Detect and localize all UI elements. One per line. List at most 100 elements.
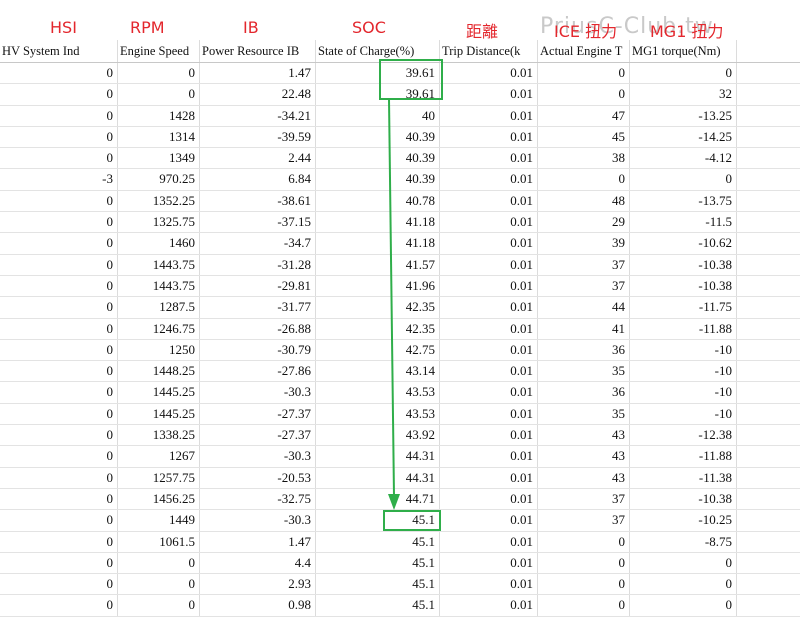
table-cell[interactable]: 2.93 (200, 574, 316, 595)
table-cell[interactable]: 45 (538, 126, 630, 148)
table-cell[interactable]: 0 (0, 574, 118, 595)
table-cell[interactable]: 0.01 (440, 339, 538, 361)
table-cell[interactable]: -30.3 (200, 382, 316, 403)
table-cell[interactable]: -10 (630, 403, 737, 425)
table-cell[interactable]: 32 (630, 84, 737, 105)
header-cell-hv-system[interactable]: HV System Ind (0, 40, 118, 62)
table-cell[interactable]: 43.92 (316, 425, 440, 446)
table-cell[interactable]: 39.61 (316, 84, 440, 105)
table-cell[interactable]: 2.44 (200, 148, 316, 169)
table-cell[interactable]: 0 (538, 552, 630, 574)
table-cell[interactable]: 0.01 (440, 361, 538, 382)
table-cell[interactable]: -32.75 (200, 488, 316, 510)
table-cell[interactable]: 1352.25 (118, 190, 200, 212)
table-cell[interactable]: 40 (316, 105, 440, 126)
table-cell[interactable]: 36 (538, 382, 630, 403)
table-cell[interactable]: 0.01 (440, 403, 538, 425)
table-cell[interactable]: 970.25 (118, 169, 200, 190)
table-cell[interactable]: 0 (538, 63, 630, 84)
table-cell[interactable]: 47 (538, 105, 630, 126)
table-cell[interactable]: 35 (538, 361, 630, 382)
table-cell[interactable]: 45.1 (316, 595, 440, 616)
table-cell[interactable]: 37 (538, 488, 630, 510)
header-cell-actual-engine-torque[interactable]: Actual Engine T (538, 40, 630, 62)
table-cell[interactable]: 29 (538, 212, 630, 233)
table-cell[interactable]: -10.38 (630, 275, 737, 297)
table-cell[interactable]: 35 (538, 403, 630, 425)
table-cell[interactable]: -27.86 (200, 361, 316, 382)
table-cell[interactable]: -27.37 (200, 403, 316, 425)
table-cell[interactable]: 0 (630, 63, 737, 84)
table-cell[interactable]: 0 (538, 574, 630, 595)
table-cell[interactable]: 1448.25 (118, 361, 200, 382)
table-cell[interactable]: 42.35 (316, 297, 440, 318)
table-cell[interactable]: 0.01 (440, 446, 538, 467)
header-cell-power-resource-ib[interactable]: Power Resource IB (200, 40, 316, 62)
table-cell[interactable]: -10.38 (630, 488, 737, 510)
table-cell[interactable]: 0.01 (440, 126, 538, 148)
table-cell[interactable]: 45.1 (316, 510, 440, 531)
table-cell[interactable]: -11.88 (630, 318, 737, 339)
table-cell[interactable]: -37.15 (200, 212, 316, 233)
table-cell[interactable]: -8.75 (630, 531, 737, 552)
table-cell[interactable]: 0.01 (440, 531, 538, 552)
table-cell[interactable]: 0 (0, 233, 118, 254)
table-cell[interactable]: 0 (0, 425, 118, 446)
table-cell[interactable]: 0 (0, 254, 118, 275)
table-cell[interactable]: 41 (538, 318, 630, 339)
table-cell[interactable]: 44.71 (316, 488, 440, 510)
table-cell[interactable]: -10.62 (630, 233, 737, 254)
table-cell[interactable]: 44.31 (316, 446, 440, 467)
table-cell[interactable]: 43.53 (316, 382, 440, 403)
table-cell[interactable]: 1325.75 (118, 212, 200, 233)
table-cell[interactable]: 0 (118, 63, 200, 84)
table-cell[interactable]: 0 (630, 574, 737, 595)
table-cell[interactable]: 0 (538, 84, 630, 105)
table-cell[interactable]: 0 (0, 488, 118, 510)
table-cell[interactable]: -14.25 (630, 126, 737, 148)
table-cell[interactable]: -38.61 (200, 190, 316, 212)
table-cell[interactable]: 0 (0, 531, 118, 552)
table-cell[interactable]: 0.01 (440, 467, 538, 488)
table-cell[interactable]: -30.79 (200, 339, 316, 361)
table-cell[interactable]: 0 (538, 595, 630, 616)
table-cell[interactable]: 0 (538, 169, 630, 190)
table-cell[interactable]: 0 (0, 126, 118, 148)
table-cell[interactable]: 40.39 (316, 169, 440, 190)
table-cell[interactable]: -3 (0, 169, 118, 190)
table-cell[interactable]: 0 (0, 148, 118, 169)
header-cell-engine-speed[interactable]: Engine Speed (118, 40, 200, 62)
table-cell[interactable]: -39.59 (200, 126, 316, 148)
table-cell[interactable]: 1445.25 (118, 403, 200, 425)
table-cell[interactable]: 0 (0, 552, 118, 574)
table-cell[interactable]: 45.1 (316, 531, 440, 552)
table-cell[interactable]: 0 (538, 531, 630, 552)
table-cell[interactable]: 1460 (118, 233, 200, 254)
table-cell[interactable]: 0 (0, 84, 118, 105)
table-cell[interactable]: 1287.5 (118, 297, 200, 318)
header-cell-trip-distance[interactable]: Trip Distance(k (440, 40, 538, 62)
table-cell[interactable]: 1267 (118, 446, 200, 467)
table-cell[interactable]: 1443.75 (118, 254, 200, 275)
table-cell[interactable]: 0 (0, 105, 118, 126)
table-cell[interactable]: -13.25 (630, 105, 737, 126)
table-cell[interactable]: 0 (0, 382, 118, 403)
table-cell[interactable]: -11.5 (630, 212, 737, 233)
table-cell[interactable]: 42.35 (316, 318, 440, 339)
table-cell[interactable]: 0.01 (440, 595, 538, 616)
table-cell[interactable]: 1246.75 (118, 318, 200, 339)
table-cell[interactable]: 0 (0, 212, 118, 233)
table-cell[interactable]: -34.21 (200, 105, 316, 126)
table-cell[interactable]: 0.01 (440, 233, 538, 254)
table-cell[interactable]: -10 (630, 382, 737, 403)
table-cell[interactable]: 0 (0, 275, 118, 297)
table-cell[interactable]: 0 (630, 595, 737, 616)
table-cell[interactable]: -10.38 (630, 254, 737, 275)
table-cell[interactable]: 0 (0, 190, 118, 212)
table-cell[interactable]: 0.01 (440, 297, 538, 318)
table-cell[interactable]: 39 (538, 233, 630, 254)
table-cell[interactable]: 41.18 (316, 212, 440, 233)
table-cell[interactable]: 0.01 (440, 510, 538, 531)
table-cell[interactable]: 0 (0, 467, 118, 488)
table-cell[interactable]: 40.39 (316, 126, 440, 148)
